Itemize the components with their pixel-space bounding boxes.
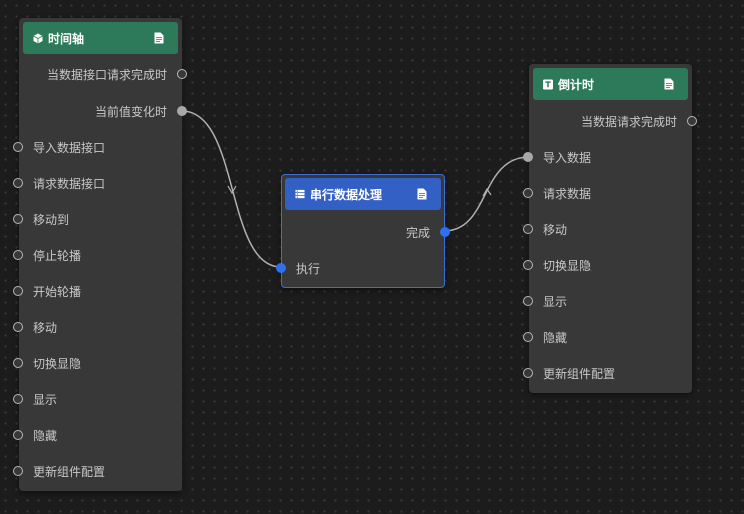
input-port-row: 请求数据接口 — [13, 175, 105, 191]
input-port-row: 隐藏 — [13, 427, 57, 443]
document-icon[interactable] — [664, 78, 674, 90]
input-port-row: 隐藏 — [523, 329, 567, 345]
node-title: 倒计时 — [558, 77, 595, 92]
input-port[interactable] — [13, 286, 23, 296]
port-label: 当数据请求完成时 — [580, 114, 677, 129]
port-label: 切换显隐 — [543, 258, 592, 273]
output-port-row: 当数据接口请求完成时 — [47, 66, 187, 82]
document-icon[interactable] — [154, 32, 164, 44]
link-arrow — [482, 187, 492, 197]
port-label: 停止轮播 — [33, 248, 82, 263]
input-port[interactable] — [523, 260, 533, 270]
port-label: 移动 — [33, 320, 58, 335]
input-port[interactable] — [13, 358, 23, 368]
text-t-icon — [543, 79, 553, 89]
input-port[interactable] — [13, 430, 23, 440]
node-header[interactable]: 倒计时 — [533, 68, 688, 100]
input-port-row: 显示 — [523, 293, 567, 309]
input-port[interactable] — [13, 394, 23, 404]
input-port-row: 移动到 — [13, 211, 69, 227]
port-label: 隐藏 — [543, 330, 568, 345]
input-port-row: 导入数据接口 — [13, 139, 105, 155]
output-port[interactable] — [177, 69, 187, 79]
output-port[interactable] — [177, 106, 187, 116]
port-label: 显示 — [33, 392, 58, 407]
link-serial-to-countdown[interactable] — [443, 156, 530, 232]
port-label: 更新组件配置 — [543, 366, 616, 381]
input-port[interactable] — [13, 178, 23, 188]
input-port-row: 更新组件配置 — [13, 463, 105, 479]
document-icon[interactable] — [417, 188, 427, 200]
port-label: 切换显隐 — [33, 356, 82, 371]
node-serial-data-processing[interactable]: 串行数据处理 完成 执行 — [276, 174, 450, 288]
input-port[interactable] — [523, 332, 533, 342]
input-port-row: 导入数据 — [523, 149, 591, 165]
node-title: 时间轴 — [48, 31, 85, 46]
node-title: 串行数据处理 — [310, 187, 383, 202]
output-port-row: 当数据请求完成时 — [581, 113, 697, 129]
node-countdown[interactable]: 倒计时 当数据请求完成时 导入数据 请求数据 移动 切换显隐 显示 隐藏 更新组… — [523, 64, 697, 393]
input-port[interactable] — [13, 214, 23, 224]
port-label: 请求数据接口 — [33, 176, 106, 191]
link-timeline-to-serial[interactable] — [181, 110, 282, 268]
port-label: 导入数据 — [543, 150, 592, 165]
input-port-row: 切换显隐 — [13, 355, 81, 371]
input-port[interactable] — [13, 466, 23, 476]
port-label: 显示 — [543, 294, 568, 309]
port-label: 移动到 — [33, 212, 70, 227]
serial-process-icon — [295, 189, 305, 199]
port-label: 执行 — [296, 261, 321, 276]
input-port[interactable] — [523, 368, 533, 378]
input-port-row: 请求数据 — [523, 185, 591, 201]
input-port-row: 显示 — [13, 391, 57, 407]
input-port-row: 开始轮播 — [13, 283, 81, 299]
input-port-row: 移动 — [523, 221, 567, 237]
output-port[interactable] — [687, 116, 697, 126]
output-port-row: 当前值变化时 — [95, 103, 187, 119]
input-port[interactable] — [13, 250, 23, 260]
input-port[interactable] — [523, 152, 533, 162]
port-label: 导入数据接口 — [33, 140, 106, 155]
input-port-row: 停止轮播 — [13, 247, 81, 263]
node-timeline[interactable]: 时间轴 当数据接口请求完成时 当前值变化时 导入数据接口 请求数据接口 移动到 … — [13, 18, 187, 491]
port-label: 当前值变化时 — [94, 104, 167, 119]
link-arrow — [227, 185, 237, 195]
input-port-row: 切换显隐 — [523, 257, 591, 273]
port-label: 请求数据 — [543, 186, 592, 201]
output-port-row: 完成 — [406, 224, 450, 240]
input-port-row: 执行 — [276, 260, 320, 276]
port-label: 更新组件配置 — [33, 464, 106, 479]
node-header[interactable]: 串行数据处理 — [285, 178, 441, 210]
output-port[interactable] — [440, 227, 450, 237]
input-port[interactable] — [523, 224, 533, 234]
input-port-row: 移动 — [13, 319, 57, 335]
input-port[interactable] — [13, 142, 23, 152]
input-port-row: 更新组件配置 — [523, 365, 615, 381]
input-port[interactable] — [523, 296, 533, 306]
port-label: 完成 — [405, 225, 430, 240]
port-label: 当数据接口请求完成时 — [46, 67, 167, 82]
node-header[interactable]: 时间轴 — [23, 22, 178, 54]
input-port[interactable] — [13, 322, 23, 332]
port-label: 隐藏 — [33, 428, 58, 443]
cube-icon — [33, 33, 43, 43]
port-label: 开始轮播 — [33, 284, 82, 299]
input-port[interactable] — [523, 188, 533, 198]
input-port[interactable] — [276, 263, 286, 273]
port-label: 移动 — [543, 222, 568, 237]
